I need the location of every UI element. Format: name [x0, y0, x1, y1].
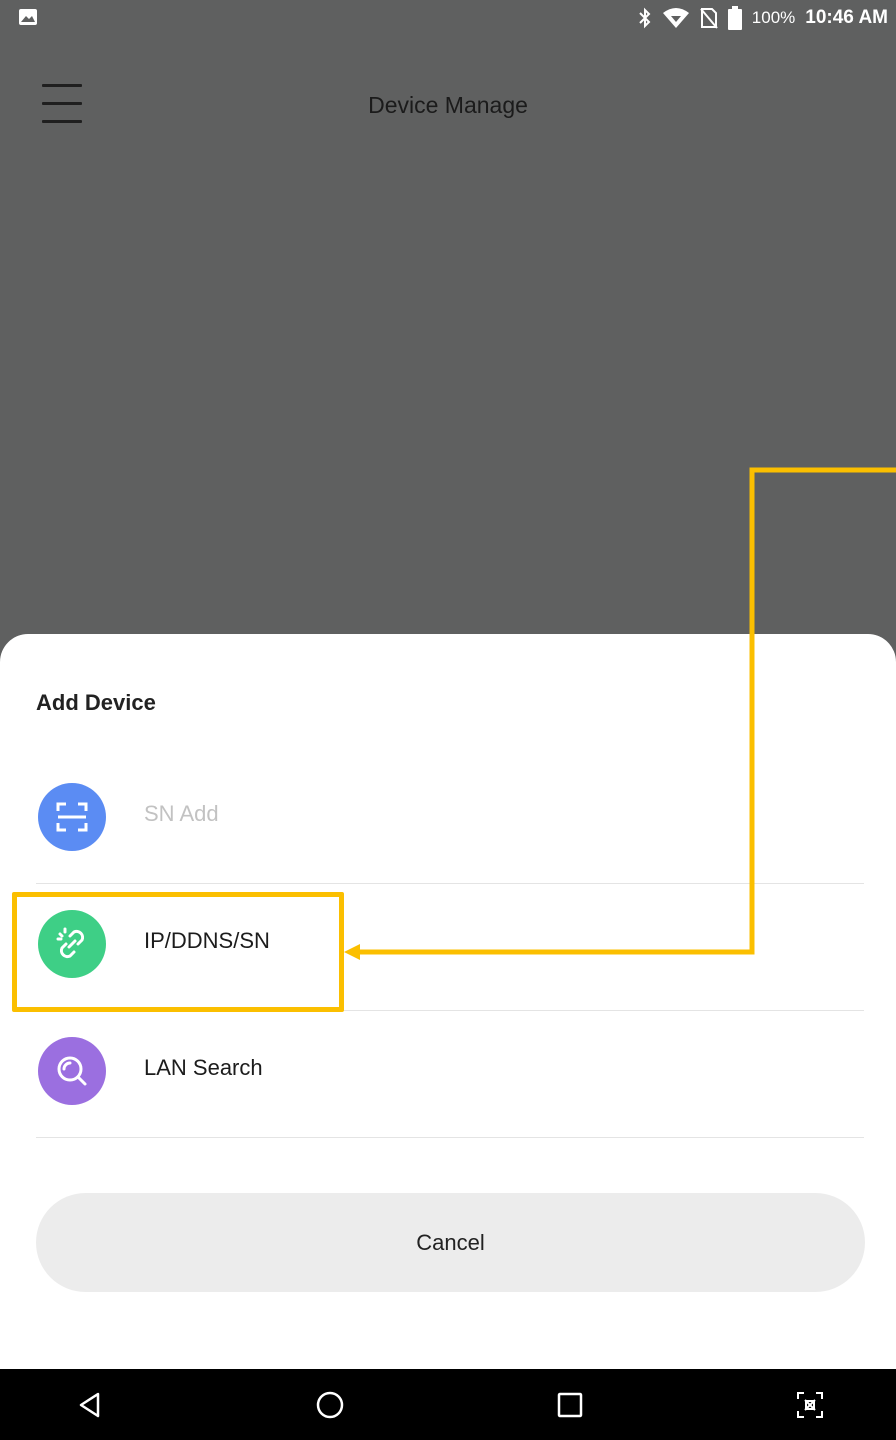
gallery-icon	[19, 9, 37, 25]
back-icon[interactable]	[66, 1381, 114, 1429]
recents-icon[interactable]	[546, 1381, 594, 1429]
divider	[36, 1137, 864, 1138]
battery-icon	[727, 6, 742, 30]
cancel-button[interactable]: Cancel	[36, 1193, 865, 1292]
app-bar: Device Manage	[0, 56, 896, 156]
status-bar: 100% 10:46 AM	[0, 0, 896, 36]
option-label: LAN Search	[144, 1055, 263, 1080]
option-label: SN Add	[144, 801, 219, 826]
option-lan-search[interactable]: LAN Search	[0, 1011, 896, 1138]
highlight-box	[12, 892, 344, 1012]
navigation-bar	[0, 1369, 896, 1440]
bluetooth-icon	[639, 7, 651, 29]
no-sim-icon	[700, 8, 718, 29]
home-icon[interactable]	[306, 1381, 354, 1429]
wifi-icon	[662, 8, 689, 28]
sheet-title: Add Device	[36, 690, 156, 715]
battery-percent: 100%	[751, 8, 796, 27]
option-sn-add[interactable]: SN Add	[0, 757, 896, 884]
page-title: Device Manage	[368, 92, 528, 118]
search-icon	[38, 1037, 106, 1105]
clock: 10:46 AM	[805, 7, 888, 28]
scan-icon	[38, 783, 106, 851]
screenshot-icon[interactable]	[786, 1381, 834, 1429]
